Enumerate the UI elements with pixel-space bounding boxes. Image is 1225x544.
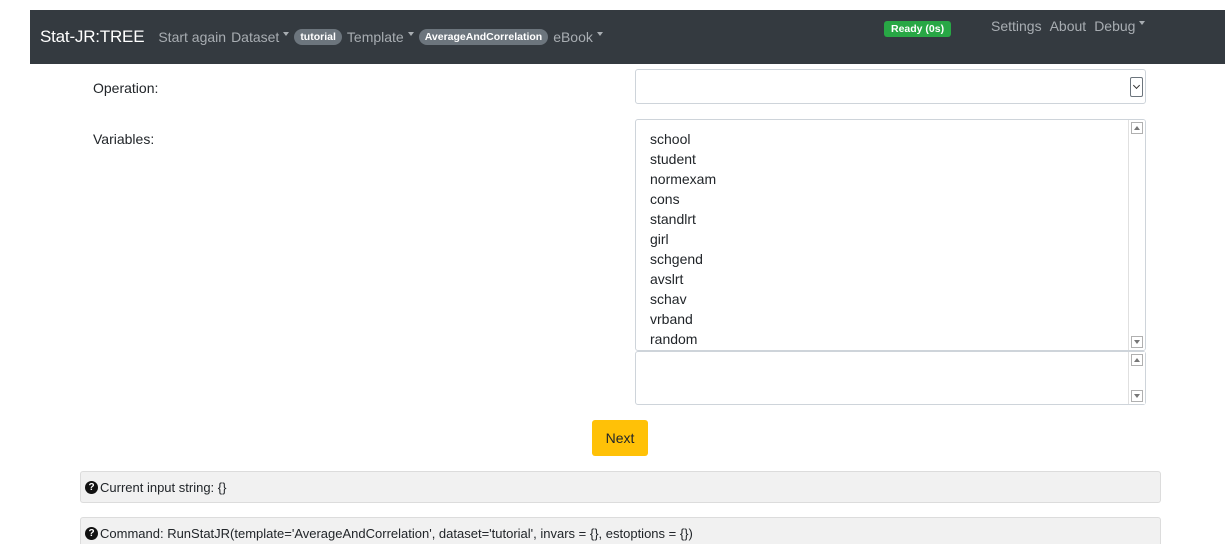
variable-option[interactable]: schav bbox=[650, 289, 716, 309]
selected-variables-textarea[interactable] bbox=[635, 351, 1146, 405]
caret-down-icon bbox=[283, 32, 290, 36]
status-badge: Ready (0s) bbox=[884, 21, 952, 37]
variable-option[interactable]: school bbox=[650, 129, 716, 149]
start-again-link[interactable]: Start again bbox=[158, 29, 226, 45]
variables-list: school student normexam cons standlrt girl sch… bbox=[650, 129, 716, 349]
variable-option[interactable]: vrband bbox=[650, 309, 716, 329]
variable-option[interactable]: avslrt bbox=[650, 269, 716, 289]
dataset-badge: tutorial bbox=[294, 29, 342, 45]
variable-option[interactable]: schgend bbox=[650, 249, 716, 269]
current-input-text: Current input string: {} bbox=[100, 479, 227, 495]
next-button[interactable]: Next bbox=[592, 420, 648, 456]
caret-down-icon bbox=[407, 32, 414, 36]
question-circle-icon: ? bbox=[85, 480, 98, 494]
template-badge: AverageAndCorrelation bbox=[418, 29, 549, 45]
variables-listbox[interactable]: school student normexam cons standlrt girl sch… bbox=[635, 119, 1146, 351]
about-link[interactable]: About bbox=[1050, 18, 1087, 34]
ebook-dropdown[interactable]: eBook bbox=[553, 29, 603, 45]
dataset-dropdown[interactable]: Dataset bbox=[231, 29, 290, 45]
command-box: ? Command: RunStatJR(template='AverageAn… bbox=[80, 517, 1161, 544]
scroll-down-arrow-icon[interactable] bbox=[1131, 336, 1143, 348]
brand-title[interactable]: Stat-JR:TREE bbox=[40, 27, 145, 47]
current-input-box: ? Current input string: {} bbox=[80, 471, 1161, 503]
dataset-dropdown-label: Dataset bbox=[231, 29, 280, 45]
variable-option[interactable]: cons bbox=[650, 189, 716, 209]
caret-down-icon bbox=[596, 32, 603, 36]
variable-option[interactable]: girl bbox=[650, 229, 716, 249]
variables-label: Variables: bbox=[93, 131, 155, 147]
variable-option[interactable]: student bbox=[650, 149, 716, 169]
top-navbar: Stat-JR:TREE Start again Dataset tutoria… bbox=[0, 0, 1225, 64]
caret-down-icon bbox=[1139, 21, 1146, 25]
navbar-right: Settings About Debug bbox=[991, 18, 1153, 34]
question-circle-icon: ? bbox=[85, 526, 98, 540]
scroll-up-arrow-icon[interactable] bbox=[1131, 354, 1143, 366]
debug-dropdown-label: Debug bbox=[1094, 18, 1136, 34]
scroll-down-arrow-icon[interactable] bbox=[1131, 390, 1143, 402]
template-dropdown-label: Template bbox=[346, 29, 404, 45]
chevron-down-icon[interactable] bbox=[1130, 77, 1143, 97]
operation-label: Operation: bbox=[93, 80, 159, 96]
settings-link[interactable]: Settings bbox=[991, 18, 1042, 34]
debug-dropdown[interactable]: Debug bbox=[1094, 18, 1146, 34]
operation-select[interactable] bbox=[635, 69, 1146, 104]
template-dropdown[interactable]: Template bbox=[347, 29, 414, 45]
scroll-up-arrow-icon[interactable] bbox=[1131, 122, 1143, 134]
variable-option[interactable]: random bbox=[650, 329, 716, 349]
ebook-dropdown-label: eBook bbox=[553, 29, 593, 45]
textarea-scrollbar[interactable] bbox=[1128, 352, 1145, 404]
variable-option[interactable]: normexam bbox=[650, 169, 716, 189]
variable-option[interactable]: standlrt bbox=[650, 209, 716, 229]
command-text: Command: RunStatJR(template='AverageAndC… bbox=[100, 525, 693, 541]
listbox-scrollbar[interactable] bbox=[1128, 120, 1145, 350]
